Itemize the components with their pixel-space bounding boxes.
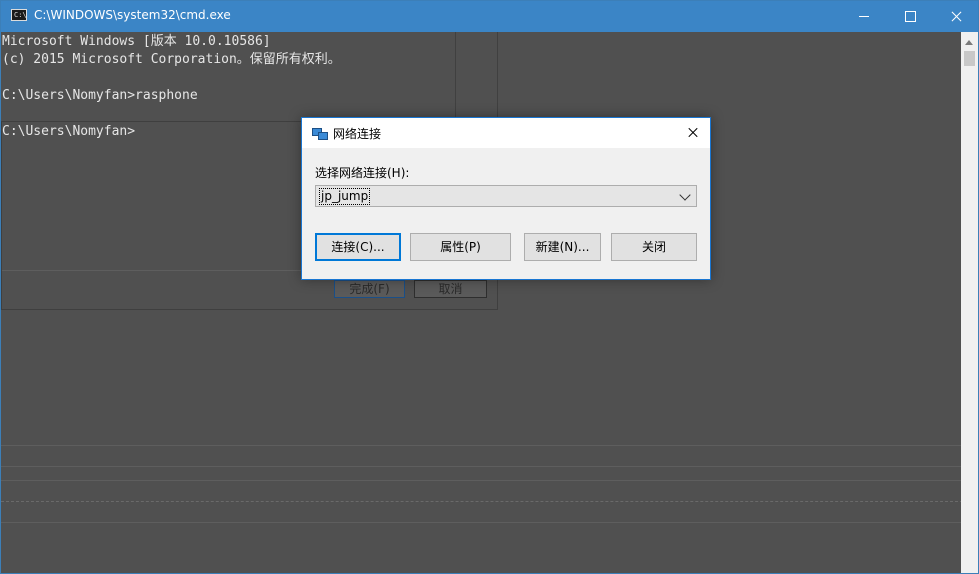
divider [1,501,978,502]
console-window: C:\ C:\WINDOWS\system32\cmd.exe Microsof… [0,0,979,574]
maximize-icon[interactable] [887,1,933,32]
console-line: C:\Users\Nomyfan>rasphone [2,88,198,103]
close-button[interactable]: 关闭 [611,233,697,261]
ghost-window-edge [497,32,498,121]
network-connections-icon [312,126,328,140]
divider [1,445,978,446]
console-app-icon: C:\ [11,9,27,21]
properties-button[interactable]: 属性(P) [410,233,511,261]
connect-button[interactable]: 连接(C)... [315,233,401,261]
divider [1,466,978,467]
finish-button[interactable]: 完成(F) [334,280,405,298]
window-title: C:\WINDOWS\system32\cmd.exe [34,8,231,22]
console-line: (c) 2015 Microsoft Corporation。保留所有权利。 [2,52,341,67]
close-icon[interactable] [933,1,978,32]
dialog-title-bar[interactable]: 网络连接 [302,118,710,148]
scroll-up-icon[interactable] [965,40,973,45]
selected-connection: jp_jump [319,188,371,205]
chevron-down-icon[interactable] [679,189,691,201]
console-line: Microsoft Windows [版本 10.0.10586] [2,34,271,49]
scroll-thumb[interactable] [964,51,975,66]
minimize-icon[interactable] [841,1,887,32]
dialog-title: 网络连接 [333,127,382,141]
vertical-scrollbar[interactable] [961,32,978,573]
divider [1,480,978,481]
network-connections-dialog: 网络连接 选择网络连接(H): jp_jump 连接(C)... 属性(P) 新… [301,117,711,280]
close-icon[interactable] [675,118,711,148]
divider [1,522,978,523]
connection-select-label: 选择网络连接(H): [315,166,410,180]
ghost-window-edge [455,32,456,121]
new-connection-button[interactable]: 新建(N)... [524,233,601,261]
title-bar[interactable]: C:\ C:\WINDOWS\system32\cmd.exe [1,1,978,32]
cancel-button[interactable]: 取消 [414,280,487,298]
connection-select[interactable]: jp_jump [315,185,697,207]
console-app-icon-text: C:\ [14,11,27,19]
